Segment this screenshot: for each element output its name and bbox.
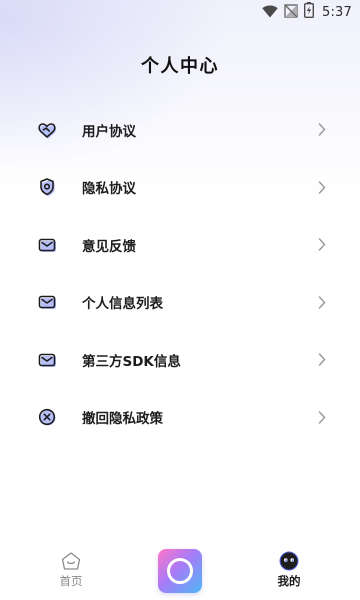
mail-icon: [37, 292, 57, 312]
chevron-right-icon: [316, 238, 328, 252]
tab-mine[interactable]: 我的: [254, 544, 324, 600]
menu-item-label: 意见反馈: [82, 238, 136, 255]
menu-item-revoke-privacy-policy[interactable]: 撤回隐私政策: [0, 389, 360, 447]
close-circle-icon: [37, 407, 57, 427]
status-icons: 5:37: [262, 2, 352, 22]
home-icon: [60, 551, 82, 571]
status-time: 5:37: [322, 4, 352, 20]
camera-button[interactable]: [158, 549, 202, 593]
menu-item-third-party-sdk[interactable]: 第三方SDK信息: [0, 331, 360, 389]
tab-home[interactable]: 首页: [36, 544, 106, 600]
tab-mine-label: 我的: [277, 574, 301, 588]
chevron-right-icon: [316, 410, 328, 424]
menu-item-personal-info-list[interactable]: 个人信息列表: [0, 274, 360, 332]
status-bar: 5:37: [0, 0, 360, 24]
menu-item-label: 隐私协议: [82, 181, 136, 198]
profile-face-icon: [278, 551, 300, 571]
mail-icon: [37, 350, 57, 370]
menu-item-privacy-agreement[interactable]: 隐私协议: [0, 159, 360, 217]
menu-list: 用户协议 隐私协议 意见反馈 个人信息列表 第三方SDK信息 撤回隐私政策: [0, 101, 360, 446]
chevron-right-icon: [316, 180, 328, 194]
menu-item-label: 撤回隐私政策: [82, 411, 163, 428]
camera-icon: [167, 558, 193, 584]
menu-item-label: 用户协议: [82, 123, 136, 140]
menu-item-feedback[interactable]: 意见反馈: [0, 216, 360, 274]
wifi-icon: [262, 3, 278, 22]
chevron-right-icon: [316, 295, 328, 309]
chevron-right-icon: [316, 353, 328, 367]
shield-icon: [37, 177, 57, 197]
page-title: 个人中心: [141, 56, 219, 77]
menu-item-user-agreement[interactable]: 用户协议: [0, 101, 360, 159]
battery-charging-icon: [303, 2, 315, 22]
chevron-right-icon: [316, 123, 328, 137]
tab-home-label: 首页: [59, 574, 83, 588]
signal-off-icon: [284, 3, 298, 22]
mail-icon: [37, 235, 57, 255]
menu-item-label: 个人信息列表: [82, 296, 163, 313]
handshake-icon: [37, 120, 57, 140]
menu-item-label: 第三方SDK信息: [82, 353, 181, 370]
